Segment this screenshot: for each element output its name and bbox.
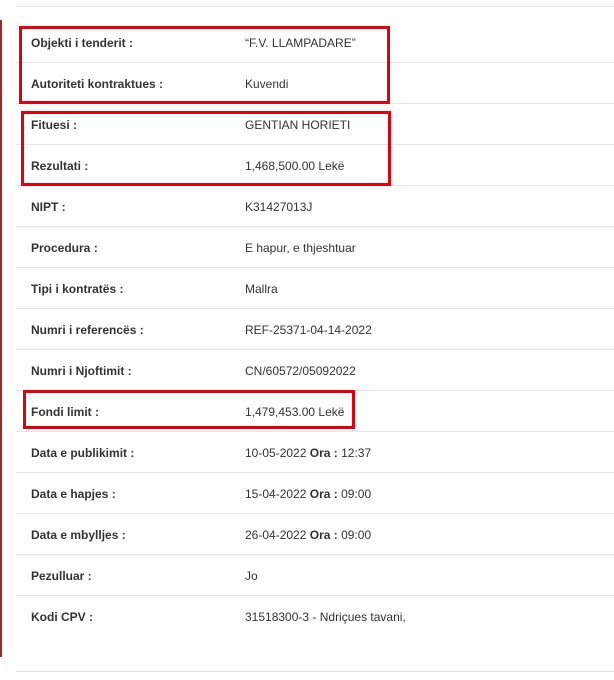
label-tipi: Tipi i kontratës : [31, 282, 124, 296]
label-fituesi: Fituesi : [31, 118, 78, 132]
label-fondi: Fondi limit : [31, 405, 99, 419]
value-mbyllja: 26-04-2022 Ora : 09:00 [245, 528, 371, 542]
row-cpv: Kodi CPV : 31518300-3 - Ndriçues tavani, [16, 596, 614, 637]
row-tipi: Tipi i kontratës : Mallra [16, 268, 614, 309]
row-hapja: Data e hapjes : 15-04-2022 Ora : 09:00 [16, 473, 614, 514]
bottom-divider [16, 671, 614, 672]
date-mbyllja: 26-04-2022 [245, 528, 307, 542]
row-objekti: Objekti i tenderit : “F.V. LLAMPADARE” [16, 22, 614, 63]
row-autoriteti: Autoriteti kontraktues : Kuvendi [16, 63, 614, 104]
date-hapja: 15-04-2022 [245, 487, 307, 501]
value-njoftimi: CN/60572/05092022 [245, 364, 356, 378]
value-pezulluar: Jo [245, 569, 258, 583]
value-procedura: E hapur, e thjeshtuar [245, 241, 356, 255]
row-mbyllja: Data e mbylljes : 26-04-2022 Ora : 09:00 [16, 514, 614, 555]
row-njoftimi: Numri i Njoftimit : CN/60572/05092022 [16, 350, 614, 391]
ora-label: Ora : [309, 528, 338, 542]
ora-label: Ora : [309, 487, 338, 501]
label-publikimi: Data e publikimit : [31, 446, 135, 460]
row-rezultati: Rezultati : 1,468,500.00 Lekë [16, 145, 614, 186]
row-pezulluar: Pezulluar : Jo [16, 555, 614, 596]
label-autoriteti: Autoriteti kontraktues : [31, 77, 164, 91]
row-publikimi: Data e publikimit : 10-05-2022 Ora : 12:… [16, 432, 614, 473]
time-hapja: 09:00 [341, 487, 372, 501]
top-divider [16, 6, 614, 7]
value-nipt: K31427013J [245, 200, 313, 214]
value-fondi: 1,479,453.00 Lekë [245, 405, 345, 419]
value-fituesi: GENTIAN HORIETI [245, 118, 351, 132]
row-referenca: Numri i referencës : REF-25371-04-14-202… [16, 309, 614, 350]
value-hapja: 15-04-2022 Ora : 09:00 [245, 487, 371, 501]
label-njoftimi: Numri i Njoftimit : [31, 364, 132, 378]
row-nipt: NIPT : K31427013J [16, 186, 614, 227]
tender-details-table: Objekti i tenderit : “F.V. LLAMPADARE” A… [16, 22, 614, 637]
label-hapja: Data e hapjes : [31, 487, 116, 501]
value-tipi: Mallra [245, 282, 278, 296]
label-rezultati: Rezultati : [31, 159, 89, 173]
label-nipt: NIPT : [31, 200, 66, 214]
label-referenca: Numri i referencës : [31, 323, 144, 337]
row-procedura: Procedura : E hapur, e thjeshtuar [16, 227, 614, 268]
ora-label: Ora : [309, 446, 338, 460]
value-autoriteti: Kuvendi [245, 77, 289, 91]
value-objekti: “F.V. LLAMPADARE” [245, 36, 356, 50]
row-fituesi: Fituesi : GENTIAN HORIETI [16, 104, 614, 145]
value-publikimi: 10-05-2022 Ora : 12:37 [245, 446, 371, 460]
time-mbyllja: 09:00 [341, 528, 372, 542]
label-mbyllja: Data e mbylljes : [31, 528, 126, 542]
value-rezultati: 1,468,500.00 Lekë [245, 159, 345, 173]
value-cpv: 31518300-3 - Ndriçues tavani, [245, 610, 406, 624]
date-publikimi: 10-05-2022 [245, 446, 307, 460]
row-fondi: Fondi limit : 1,479,453.00 Lekë [16, 391, 614, 432]
value-referenca: REF-25371-04-14-2022 [245, 323, 372, 337]
label-cpv: Kodi CPV : [31, 610, 93, 624]
label-procedura: Procedura : [31, 241, 98, 255]
label-objekti: Objekti i tenderit : [31, 36, 134, 50]
label-pezulluar: Pezulluar : [31, 569, 92, 583]
left-accent-bar [0, 20, 2, 657]
time-publikimi: 12:37 [341, 446, 372, 460]
